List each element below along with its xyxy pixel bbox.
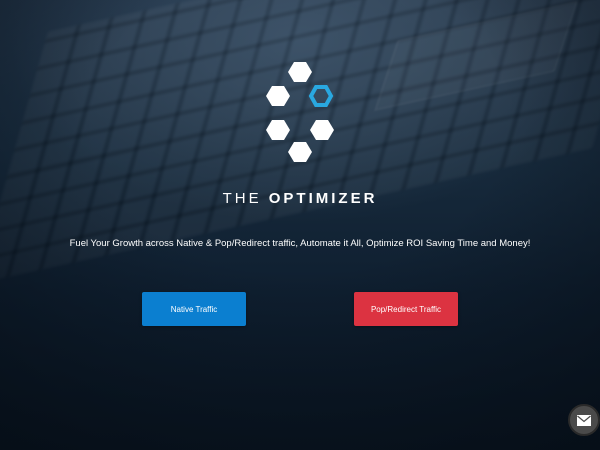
logo-hexagon-lower-right [310,120,334,140]
tagline: Fuel Your Growth across Native & Pop/Red… [69,238,531,249]
brand-title-bold: OPTIMIZER [268,190,378,207]
native-traffic-button[interactable]: Native Traffic [142,292,246,326]
logo-hexagon-bottom [288,142,312,162]
chat-envelope-icon [577,415,591,426]
logo-hexagon-lower-left [266,120,290,140]
hexagon-cluster-logo-icon [266,62,334,162]
pop-redirect-traffic-button[interactable]: Pop/Redirect Traffic [354,292,458,326]
chat-widget-button[interactable] [568,404,600,436]
brand-title: THE OPTIMIZER [0,190,600,207]
brand-title-light: THE [222,190,262,207]
logo-hexagon-accent [308,85,334,107]
logo-hexagon-top [288,62,312,82]
logo-hexagon-upper-left [266,86,290,106]
